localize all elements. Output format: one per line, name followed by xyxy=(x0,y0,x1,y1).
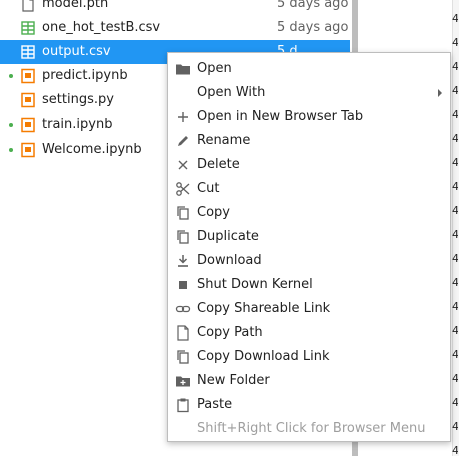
gutter-digit: 4 xyxy=(452,396,458,409)
menu-item-shut-down-kernel[interactable]: Shut Down Kernel xyxy=(168,273,450,297)
pencil-icon xyxy=(175,133,191,149)
running-indicator xyxy=(9,123,13,127)
menu-item-label: Open xyxy=(197,61,232,76)
menu-item-label: Cut xyxy=(197,181,220,196)
menu-item-browser-menu-hint: Shift+Right Click for Browser Menu xyxy=(168,417,450,441)
close-icon xyxy=(175,157,191,173)
menu-item-label: Copy Shareable Link xyxy=(197,301,331,316)
menu-item-copy[interactable]: Copy xyxy=(168,201,450,225)
gutter-digit: 4 xyxy=(452,60,458,73)
download-icon xyxy=(175,253,191,269)
file-name: Welcome.ipynb xyxy=(42,142,142,157)
menu-item-label: Copy Path xyxy=(197,325,263,340)
gutter-digit: 4 xyxy=(452,300,458,313)
menu-item-copy-shareable-link[interactable]: Copy Shareable Link xyxy=(168,297,450,321)
stop-icon xyxy=(175,277,191,293)
python-file-icon xyxy=(20,92,36,108)
gutter-digit: 4 xyxy=(452,372,458,385)
new-folder-icon xyxy=(175,373,191,389)
gutter-digit: 4 xyxy=(452,348,458,361)
link-icon xyxy=(175,301,191,317)
menu-item-label: Shut Down Kernel xyxy=(197,277,313,292)
gutter-digit: 4 xyxy=(452,36,458,49)
scissors-icon xyxy=(175,181,191,197)
menu-item-rename[interactable]: Rename xyxy=(168,129,450,153)
menu-item-cut[interactable]: Cut xyxy=(168,177,450,201)
menu-item-new-folder[interactable]: New Folder xyxy=(168,369,450,393)
file-row-model-pth[interactable]: model.pth 5 days ago xyxy=(0,0,350,16)
paste-icon xyxy=(175,397,191,413)
gutter-digit: 4 xyxy=(452,204,458,217)
copy-icon xyxy=(175,349,191,365)
menu-item-label: Open With xyxy=(197,85,266,100)
file-name: output.csv xyxy=(42,44,111,59)
menu-item-download[interactable]: Download xyxy=(168,249,450,273)
csv-table-icon xyxy=(20,44,36,60)
plus-icon xyxy=(175,109,191,125)
file-name: train.ipynb xyxy=(42,117,113,132)
file-name: predict.ipynb xyxy=(42,68,128,83)
gutter-digit: 4 xyxy=(452,180,458,193)
file-icon xyxy=(175,325,191,341)
notebook-icon xyxy=(20,68,36,84)
notebook-icon xyxy=(20,117,36,133)
duplicate-icon xyxy=(175,229,191,245)
menu-item-label: Duplicate xyxy=(197,229,259,244)
menu-item-duplicate[interactable]: Duplicate xyxy=(168,225,450,249)
copy-icon xyxy=(175,205,191,221)
menu-item-copy-path[interactable]: Copy Path xyxy=(168,321,450,345)
gutter-digit: 4 xyxy=(452,12,458,25)
running-indicator xyxy=(9,148,13,152)
csv-table-icon xyxy=(20,20,36,36)
file-row-one-hot-testb-csv[interactable]: one_hot_testB.csv 5 days ago xyxy=(0,16,350,40)
menu-item-label: Open in New Browser Tab xyxy=(197,109,364,124)
menu-item-label: Copy Download Link xyxy=(197,349,330,364)
file-modified: 5 days ago xyxy=(277,20,349,35)
file-name: one_hot_testB.csv xyxy=(42,20,161,35)
gutter-digit: 4 xyxy=(452,108,458,121)
menu-item-label: Shift+Right Click for Browser Menu xyxy=(197,421,426,436)
menu-item-label: Rename xyxy=(197,133,251,148)
notebook-icon xyxy=(20,142,36,158)
menu-item-label: Download xyxy=(197,253,262,268)
gutter-digit: 4 xyxy=(452,156,458,169)
file-name: settings.py xyxy=(42,92,114,107)
file-modified: 5 days ago xyxy=(277,0,349,11)
gutter-digit: 4 xyxy=(452,420,458,433)
menu-item-delete[interactable]: Delete xyxy=(168,153,450,177)
gutter-digit: 4 xyxy=(452,252,458,265)
menu-item-label: Delete xyxy=(197,157,240,172)
gutter-digit: 4 xyxy=(452,132,458,145)
gutter-digit: 4 xyxy=(452,228,458,241)
gutter-digit: 4 xyxy=(452,84,458,97)
menu-item-copy-download-link[interactable]: Copy Download Link xyxy=(168,345,450,369)
menu-item-open-with[interactable]: Open With xyxy=(168,81,450,105)
gutter-digit: 4 xyxy=(452,276,458,289)
menu-item-paste[interactable]: Paste xyxy=(168,393,450,417)
menu-item-label: New Folder xyxy=(197,373,270,388)
folder-icon xyxy=(175,61,191,77)
menu-item-open[interactable]: Open xyxy=(168,57,450,81)
submenu-arrow-icon xyxy=(438,89,442,97)
running-indicator xyxy=(9,74,13,78)
context-menu: Open Open With Open in New Browser Tab R… xyxy=(167,52,451,442)
file-name: model.pth xyxy=(42,0,109,11)
gutter-digit: 4 xyxy=(452,324,458,337)
file-icon xyxy=(20,0,36,12)
menu-item-label: Copy xyxy=(197,205,230,220)
menu-item-open-in-new-browser-tab[interactable]: Open in New Browser Tab xyxy=(168,105,450,129)
menu-item-label: Paste xyxy=(197,397,233,412)
